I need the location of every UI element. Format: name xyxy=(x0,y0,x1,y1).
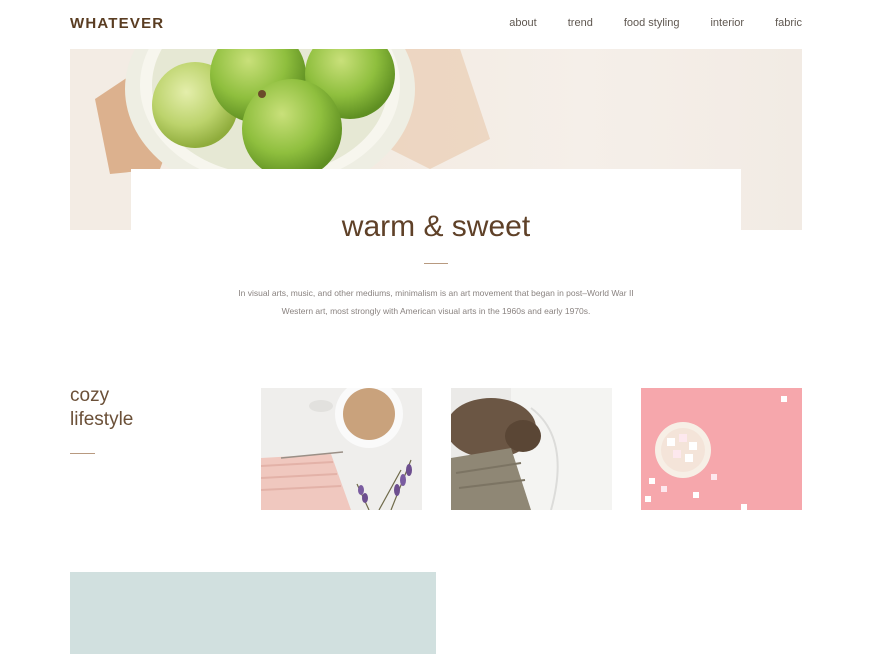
nav-link-fabric[interactable]: fabric xyxy=(775,17,802,29)
intro-description-line-2: Western art, most strongly with American… xyxy=(281,306,591,316)
nav-link-about[interactable]: about xyxy=(509,17,537,29)
nav-link-trend[interactable]: trend xyxy=(568,17,593,29)
marshmallow-cup-illustration xyxy=(641,388,802,510)
intro-title: warm & sweet xyxy=(341,210,531,243)
nav-link-interior[interactable]: interior xyxy=(710,17,744,29)
site-header: WHATEVER about trend food styling interi… xyxy=(0,0,872,48)
section-title: cozy lifestyle xyxy=(70,384,133,432)
cat-blanket-illustration xyxy=(451,388,612,510)
thumbnail-coffee-knitting[interactable] xyxy=(261,388,422,510)
section-divider xyxy=(70,453,95,454)
intro-description: In visual arts, music, and other mediums… xyxy=(200,284,672,320)
coffee-knit-illustration xyxy=(261,388,422,510)
thumbnail-marshmallows[interactable] xyxy=(641,388,802,510)
nav-link-food-styling[interactable]: food styling xyxy=(624,17,680,29)
intro-description-line-1: In visual arts, music, and other mediums… xyxy=(238,288,634,298)
title-divider xyxy=(424,263,448,264)
thumbnail-sleeping-cat[interactable] xyxy=(451,388,612,510)
section-title-line-1: cozy xyxy=(70,385,110,406)
section-title-line-2: lifestyle xyxy=(70,409,134,430)
site-logo[interactable]: WHATEVER xyxy=(70,15,164,32)
main-nav: about trend food styling interior fabric xyxy=(509,17,802,29)
mint-feature-panel xyxy=(70,572,436,654)
